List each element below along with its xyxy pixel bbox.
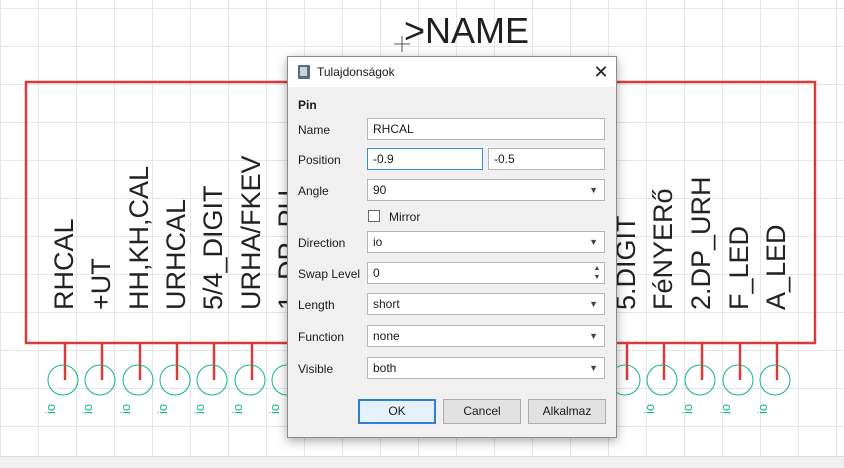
position-label: Position xyxy=(298,153,341,167)
pin-name-left-5: URHA/FKEV xyxy=(236,155,266,310)
pin-name-left-2: HH,KH,CAL xyxy=(124,165,154,310)
pin-name-right-2: 2.DP_URH xyxy=(686,176,716,310)
position-y-field[interactable]: -0.5 xyxy=(488,148,605,170)
pin-direction-label: io xyxy=(230,403,245,414)
dialog-titlebar[interactable]: Tulajdonságok ✕ xyxy=(288,57,616,87)
length-value: short xyxy=(373,297,400,311)
angle-select[interactable]: 90 ▼ xyxy=(367,179,605,201)
pin-name-right-1: FéNYERő xyxy=(648,188,678,310)
cancel-button[interactable]: Cancel xyxy=(443,399,521,424)
swap-level-value: 0 xyxy=(373,266,380,280)
angle-value: 90 xyxy=(373,183,387,197)
chevron-down-icon: ▼ xyxy=(589,363,598,373)
close-button[interactable]: ✕ xyxy=(586,57,616,87)
direction-select[interactable]: io ▼ xyxy=(367,231,605,253)
pin-direction-label: io xyxy=(192,403,207,414)
mirror-label: Mirror xyxy=(389,210,421,224)
chevron-down-icon: ▼ xyxy=(589,237,598,247)
length-select[interactable]: short ▼ xyxy=(367,293,605,315)
apply-button[interactable]: Alkalmaz xyxy=(528,399,606,424)
pin-direction-label: io xyxy=(118,403,133,414)
book-icon xyxy=(298,65,310,79)
function-label: Function xyxy=(298,330,345,344)
properties-dialog: Tulajdonságok ✕ Pin Name RHCAL Position … xyxy=(287,56,617,438)
pin-name-right-3: F_LED xyxy=(724,225,754,310)
pin-endpoint[interactable] xyxy=(159,364,191,396)
pin-name-left-1: +UT xyxy=(86,258,116,310)
spin-down-icon[interactable]: ▼ xyxy=(591,273,603,282)
pin-name-left-3: URHCAL xyxy=(161,198,191,310)
function-select[interactable]: none ▼ xyxy=(367,325,605,347)
chevron-down-icon: ▼ xyxy=(589,185,598,195)
pin-direction-label: io xyxy=(43,403,58,414)
ok-button[interactable]: OK xyxy=(358,399,436,424)
function-value: none xyxy=(373,329,400,343)
pin-direction-label: io xyxy=(267,403,282,414)
chevron-down-icon: ▼ xyxy=(589,299,598,309)
status-strip xyxy=(0,456,844,468)
pin-endpoint[interactable] xyxy=(47,364,79,396)
pin-endpoint[interactable] xyxy=(234,364,266,396)
name-field[interactable]: RHCAL xyxy=(367,118,605,140)
pin-direction-label: io xyxy=(80,403,95,414)
position-x-field[interactable]: -0.9 xyxy=(367,148,483,170)
swap-level-spinbox[interactable]: 0 ▲ ▼ xyxy=(367,262,605,284)
pin-name-left-4: 5/4_DIGIT xyxy=(198,185,228,310)
direction-value: io xyxy=(373,235,383,249)
visible-value: both xyxy=(373,361,397,375)
pin-endpoint[interactable] xyxy=(122,364,154,396)
chevron-down-icon: ▼ xyxy=(589,331,598,341)
pin-direction-label: io xyxy=(680,403,695,414)
mirror-checkbox[interactable] xyxy=(368,210,380,222)
swap-level-label: Swap Level xyxy=(298,267,361,281)
name-label: Name xyxy=(298,123,331,137)
pin-endpoint[interactable] xyxy=(84,364,116,396)
pin-name-right-4: A_LED xyxy=(761,224,791,310)
pin-endpoint[interactable] xyxy=(684,364,716,396)
length-label: Length xyxy=(298,298,335,312)
pin-endpoint[interactable] xyxy=(759,364,791,396)
pin-endpoint[interactable] xyxy=(196,364,228,396)
visible-select[interactable]: both ▼ xyxy=(367,357,605,379)
pin-direction-label: io xyxy=(755,403,770,414)
name-placeholder: >NAME xyxy=(404,10,530,51)
pin-direction-label: io xyxy=(155,403,170,414)
spin-up-icon[interactable]: ▲ xyxy=(591,264,603,273)
pin-endpoint[interactable] xyxy=(722,364,754,396)
pin-endpoint[interactable] xyxy=(646,364,678,396)
pin-name-left-0: RHCAL xyxy=(49,218,79,310)
dialog-title: Tulajdonságok xyxy=(317,65,395,79)
direction-label: Direction xyxy=(298,236,346,250)
pin-direction-label: io xyxy=(718,403,733,414)
visible-label: Visible xyxy=(298,362,334,376)
section-heading: Pin xyxy=(298,98,317,112)
angle-label: Angle xyxy=(298,184,329,198)
pin-direction-label: io xyxy=(642,403,657,414)
